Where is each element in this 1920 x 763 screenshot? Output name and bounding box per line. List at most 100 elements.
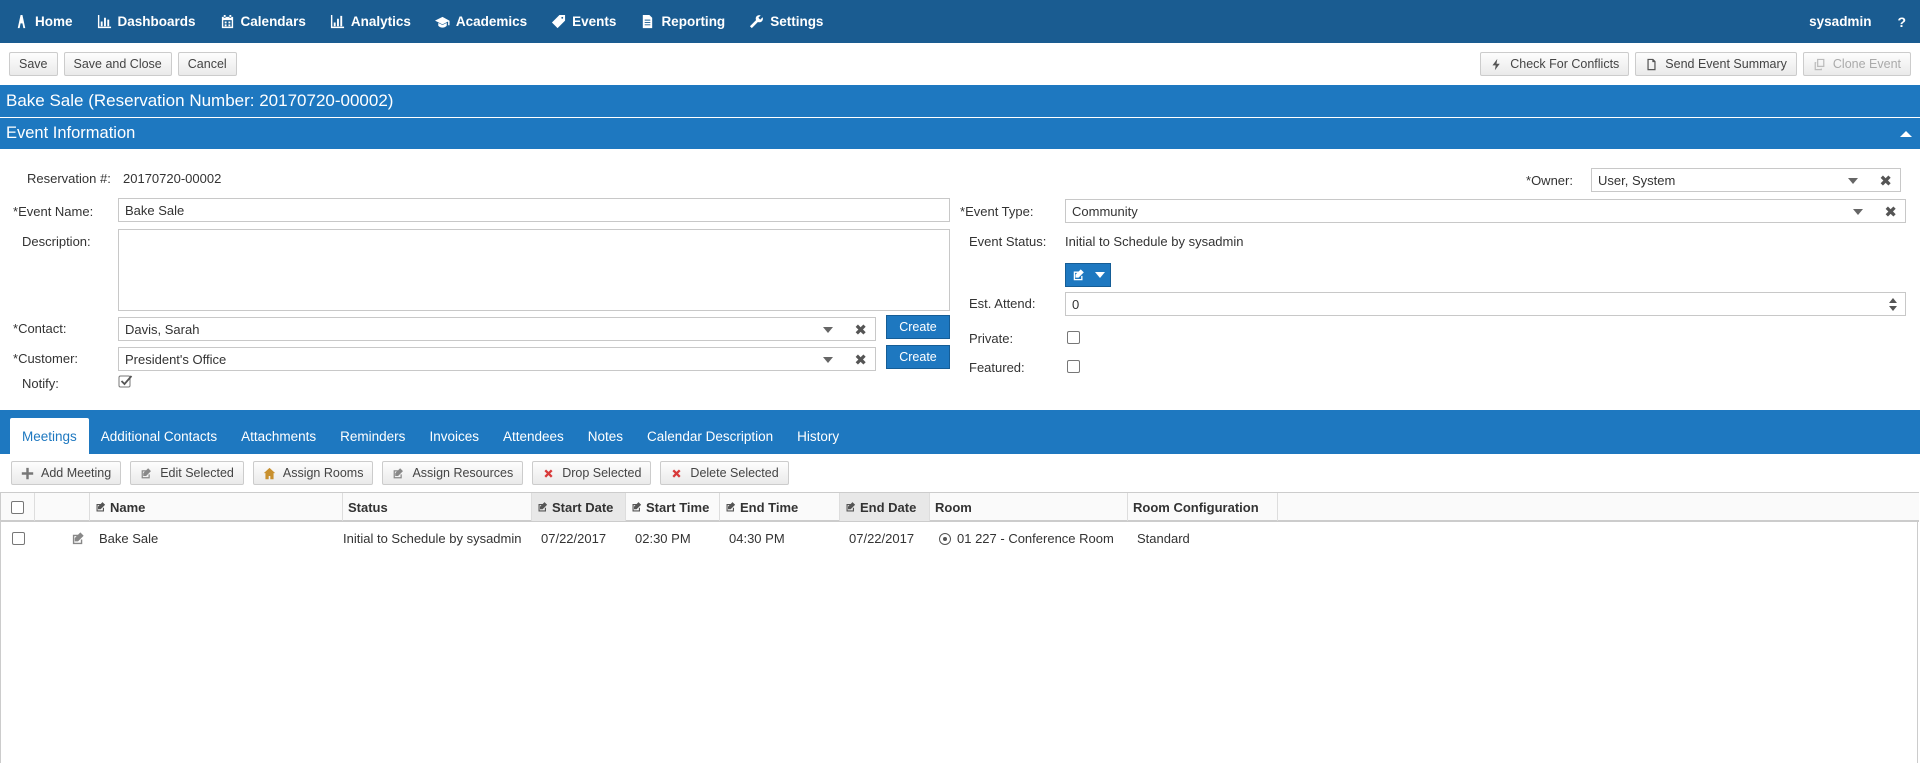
status-header-label: Status [348, 499, 388, 515]
send-event-summary-button[interactable]: Send Event Summary [1635, 52, 1797, 76]
start-date-column-header[interactable]: Start Date [532, 493, 626, 521]
end-time-column-header[interactable]: End Time [720, 493, 840, 521]
edit-icon[interactable] [71, 531, 86, 546]
event-type-select[interactable]: Community ✖ [1065, 199, 1906, 223]
edit-status-button[interactable] [1065, 263, 1111, 287]
wrench-icon [750, 15, 764, 29]
document-icon [643, 14, 653, 29]
spinner-down-icon[interactable] [1889, 306, 1897, 311]
room-header-label: Room [935, 499, 972, 515]
tab-calendar-description[interactable]: Calendar Description [635, 418, 785, 454]
edit-icon [394, 467, 404, 478]
save-button[interactable]: Save [9, 52, 58, 76]
notify-label: Notify: [22, 376, 59, 391]
chevron-down-icon[interactable] [1853, 209, 1863, 215]
owner-select[interactable]: User, System ✖ [1591, 168, 1901, 192]
row-end-time: 04:30 PM [729, 531, 785, 546]
help-link[interactable]: ? [1897, 14, 1920, 30]
nav-dashboards-label: Dashboards [117, 14, 196, 29]
chevron-down-icon[interactable] [823, 357, 833, 363]
nav-dashboards[interactable]: Dashboards [85, 0, 208, 43]
owner-value: User, System [1598, 172, 1676, 188]
cancel-button[interactable]: Cancel [177, 52, 237, 76]
name-column-header[interactable]: Name [90, 493, 343, 521]
event-status-value: Initial to Schedule by sysadmin [1065, 234, 1244, 249]
user-menu[interactable]: sysadmin [1809, 14, 1897, 29]
row-checkbox[interactable] [11, 532, 25, 545]
nav-analytics[interactable]: Analytics [318, 0, 423, 43]
clone-event-button[interactable]: Clone Event [1802, 52, 1911, 76]
lightning-icon [1492, 58, 1500, 70]
notify-checkbox[interactable] [118, 374, 134, 389]
customer-select[interactable]: President's Office ✖ [118, 347, 876, 371]
save-and-close-button[interactable]: Save and Close [63, 52, 172, 76]
graduation-cap-icon [434, 16, 450, 28]
create-customer-button[interactable]: Create [886, 345, 950, 369]
nav-events-label: Events [572, 14, 617, 29]
row-start-time: 02:30 PM [635, 531, 691, 546]
tab-attachments[interactable]: Attachments [229, 418, 328, 454]
nav-reporting[interactable]: Reporting [628, 0, 737, 43]
nav-calendars-label: Calendars [240, 14, 306, 29]
clear-icon[interactable]: ✖ [854, 351, 867, 369]
event-type-label: *Event Type: [960, 204, 1033, 219]
owner-label: *Owner: [1526, 173, 1573, 188]
clear-icon[interactable]: ✖ [854, 321, 867, 339]
table-row[interactable]: Bake Sale Initial to Schedule by sysadmi… [1, 523, 1919, 554]
chevron-down-icon[interactable] [1848, 178, 1858, 184]
nav-settings[interactable]: Settings [737, 0, 835, 43]
nav-events[interactable]: Events [539, 0, 628, 43]
select-all-checkbox[interactable] [11, 500, 24, 514]
delete-selected-button[interactable]: Delete Selected [660, 461, 789, 485]
row-room: 01 227 - Conference Room [939, 523, 1114, 554]
private-label: Private: [969, 331, 1014, 346]
analytics-icon [330, 14, 344, 29]
nav-calendars[interactable]: Calendars [208, 0, 318, 43]
create-contact-button[interactable]: Create [886, 315, 950, 339]
add-meeting-button[interactable]: Add Meeting [11, 461, 122, 485]
detail-tabs: Meetings Additional Contacts Attachments… [0, 410, 1920, 454]
assign-resources-button[interactable]: Assign Resources [382, 461, 524, 485]
status-column-header[interactable]: Status [343, 493, 532, 521]
contact-select[interactable]: Davis, Sarah ✖ [118, 317, 876, 341]
nav-home[interactable]: Home [0, 0, 85, 43]
featured-checkbox[interactable] [1067, 360, 1080, 373]
row-edit-cell[interactable] [71, 523, 86, 554]
clear-icon[interactable]: ✖ [1884, 203, 1897, 221]
room-column-header[interactable]: Room [930, 493, 1128, 521]
tab-additional-contacts[interactable]: Additional Contacts [89, 418, 229, 454]
room-configuration-column-header[interactable]: Room Configuration [1128, 493, 1278, 521]
private-checkbox[interactable] [1067, 331, 1080, 344]
event-name-input[interactable]: Bake Sale [118, 198, 950, 222]
room-configuration-header-label: Room Configuration [1133, 499, 1259, 515]
tab-attendees[interactable]: Attendees [491, 418, 576, 454]
description-label: Description: [22, 234, 91, 249]
collapse-up-icon[interactable] [1900, 130, 1912, 137]
clear-icon[interactable]: ✖ [1879, 172, 1892, 190]
est-attend-input[interactable]: 0 [1065, 292, 1906, 316]
tab-notes[interactable]: Notes [576, 418, 635, 454]
edit-icon [726, 502, 736, 512]
edit-selected-label: Edit Selected [160, 466, 234, 480]
chevron-down-icon[interactable] [823, 327, 833, 333]
nav-analytics-label: Analytics [350, 14, 411, 29]
event-information-header[interactable]: Event Information [0, 118, 1920, 149]
tab-invoices[interactable]: Invoices [417, 418, 491, 454]
nav-reporting-label: Reporting [661, 14, 726, 29]
tab-reminders[interactable]: Reminders [328, 418, 417, 454]
add-meeting-label: Add Meeting [41, 466, 112, 480]
tab-history[interactable]: History [785, 418, 851, 454]
description-textarea[interactable] [118, 229, 950, 311]
house-icon [263, 467, 276, 479]
check-conflicts-button[interactable]: Check For Conflicts [1480, 52, 1630, 76]
row-start-date: 07/22/2017 [541, 531, 607, 546]
drop-selected-button[interactable]: Drop Selected [532, 461, 652, 485]
assign-rooms-button[interactable]: Assign Rooms [252, 461, 374, 485]
spinner-up-icon[interactable] [1889, 298, 1897, 303]
edit-icon [632, 502, 642, 512]
nav-academics[interactable]: Academics [423, 0, 539, 43]
tab-meetings[interactable]: Meetings [10, 418, 89, 454]
start-time-column-header[interactable]: Start Time [626, 493, 720, 521]
edit-selected-button[interactable]: Edit Selected [130, 461, 244, 485]
end-date-column-header[interactable]: End Date [840, 493, 930, 521]
